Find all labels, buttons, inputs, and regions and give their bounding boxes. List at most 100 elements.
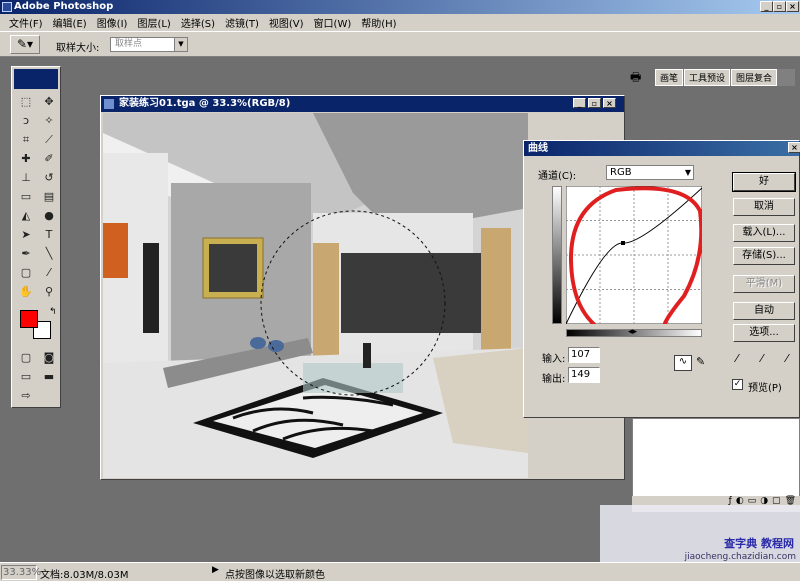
channel-value: RGB [610, 167, 632, 178]
sample-size-label: 取样大小: [56, 43, 100, 54]
curve-tool-icon[interactable]: ∿ [674, 355, 692, 371]
standard-mode-icon[interactable]: ▢ [15, 349, 37, 367]
marquee-tool-icon[interactable]: ⬚ [15, 93, 37, 111]
eyedropper-preset-picker[interactable]: ✎▾ [10, 35, 40, 54]
curves-titlebar[interactable]: 曲线 × [524, 141, 800, 156]
app-titlebar: Adobe Photoshop _ ▫ × [0, 0, 800, 14]
restore-button[interactable]: ▫ [773, 1, 786, 12]
curve-point[interactable] [621, 241, 625, 245]
cancel-button[interactable]: 取消 [733, 198, 795, 216]
curves-title: 曲线 [528, 143, 548, 154]
menu-file[interactable]: 文件(F) [4, 15, 48, 30]
channel-select[interactable]: RGB ▼ [606, 165, 694, 180]
black-eyedropper-icon[interactable]: ⁄ [736, 352, 738, 365]
menu-image[interactable]: 图像(I) [92, 15, 133, 30]
preview-label: 预览(P) [748, 383, 782, 394]
preview-checkbox[interactable]: ✓ [732, 379, 743, 390]
gradient-tool-icon[interactable]: ▤ [38, 188, 60, 206]
output-gradient-bar [552, 186, 562, 324]
sample-size-select[interactable]: 取样点 ▼ [110, 37, 188, 52]
move-tool-icon[interactable]: ✥ [38, 93, 60, 111]
auto-button[interactable]: 自动 [733, 302, 795, 320]
menu-select[interactable]: 选择(S) [176, 15, 220, 30]
curves-close-button[interactable]: × [788, 142, 800, 153]
eraser-tool-icon[interactable]: ▭ [15, 188, 37, 206]
zoom-tool-icon[interactable]: ⚲ [38, 283, 60, 301]
output-label: 输出: [542, 374, 566, 385]
menu-filter[interactable]: 滤镜(T) [220, 15, 264, 30]
channel-label: 通道(C): [538, 171, 577, 182]
crop-tool-icon[interactable]: ⌗ [15, 131, 37, 149]
document-title: 家装练习01.tga @ 33.3%(RGB/8) [119, 98, 291, 109]
hand-tool-icon[interactable]: ✋ [15, 283, 37, 301]
status-hint: 点按图像以选取新颜色 [225, 570, 325, 581]
zoom-field[interactable]: 33.33% [1, 565, 41, 580]
status-arrow-icon[interactable]: ▶ [212, 565, 219, 575]
options-button[interactable]: 选项... [733, 324, 795, 342]
color-swatches: ↰ [15, 307, 57, 343]
swap-colors-icon[interactable]: ↰ [49, 307, 57, 317]
output-field[interactable]: 149 [568, 367, 600, 383]
app-title: Adobe Photoshop [14, 1, 114, 12]
toolbox-header[interactable] [14, 69, 58, 89]
jump-to-imageready-icon[interactable]: ⇨ [15, 387, 37, 405]
type-tool-icon[interactable]: T [38, 226, 60, 244]
dodge-tool-icon[interactable]: ● [38, 207, 60, 225]
image-canvas[interactable] [103, 113, 528, 478]
shape-tool-icon[interactable]: ╲ [38, 245, 60, 263]
notes-tool-icon[interactable]: ▢ [15, 264, 37, 282]
document-icon [104, 99, 114, 109]
photoshop-icon [2, 2, 12, 12]
gradient-toggle-icon[interactable]: ◂▸ [628, 327, 637, 337]
document-titlebar[interactable]: 家装练习01.tga @ 33.3%(RGB/8) _ ▫ × [101, 96, 624, 112]
palette-well: 画笔 工具预设 图层复合 [655, 69, 795, 86]
input-field[interactable]: 107 [568, 347, 600, 363]
menu-edit[interactable]: 编辑(E) [48, 15, 92, 30]
pencil-tool-icon[interactable]: ✎ [696, 355, 705, 368]
menu-layer[interactable]: 图层(L) [132, 15, 175, 30]
menu-window[interactable]: 窗口(W) [309, 15, 357, 30]
doc-close-button[interactable]: × [603, 98, 616, 108]
toolbox: ⬚ ✥ ↄ ✧ ⌗ ⟋ ✚ ✐ ⊥ ↺ ▭ ▤ ◭ ● ➤ T ✒ ╲ ▢ ⁄ … [11, 66, 61, 408]
menu-help[interactable]: 帮助(H) [356, 15, 401, 30]
menu-bar: 文件(F) 编辑(E) 图像(I) 图层(L) 选择(S) 滤镜(T) 视图(V… [0, 14, 800, 31]
doc-maximize-button[interactable]: ▫ [588, 98, 601, 108]
palette-tab-layer-comps[interactable]: 图层复合 [731, 69, 778, 86]
pen-tool-icon[interactable]: ✒ [15, 245, 37, 263]
path-select-icon[interactable]: ➤ [15, 226, 37, 244]
status-bar: 33.33% 文档:8.03M/8.03M ▶ 点按图像以选取新颜色 [0, 562, 800, 581]
ok-button[interactable]: 好 [732, 172, 796, 192]
foreground-color-swatch[interactable] [20, 310, 38, 328]
magic-wand-tool-icon[interactable]: ✧ [38, 112, 60, 130]
healing-brush-icon[interactable]: ✚ [15, 150, 37, 168]
lasso-tool-icon[interactable]: ↄ [15, 112, 37, 130]
gray-eyedropper-icon[interactable]: ⁄ [761, 352, 763, 365]
close-button[interactable]: × [786, 1, 799, 12]
brush-tool-icon[interactable]: ✐ [38, 150, 60, 168]
curves-dialog: 曲线 × 通道(C): RGB ▼ ◂▸ 输入: 107 输出: 149 ∿ ✎… [523, 140, 800, 418]
living-room-render [103, 113, 528, 478]
printer-icon[interactable]: 🖶 [630, 68, 648, 84]
load-button[interactable]: 载入(L)... [733, 224, 795, 242]
watermark: 查字典 教程网 jiaocheng.chazidian.com [600, 505, 800, 565]
white-eyedropper-icon[interactable]: ⁄ [786, 352, 788, 365]
screen-mode-standard-icon[interactable]: ▭ [15, 368, 37, 386]
minimize-button[interactable]: _ [760, 1, 773, 12]
doc-minimize-button[interactable]: _ [573, 98, 586, 108]
watermark-url: jiaocheng.chazidian.com [684, 552, 796, 562]
history-brush-icon[interactable]: ↺ [38, 169, 60, 187]
quick-mask-icon[interactable]: ◙ [38, 349, 60, 367]
screen-mode-full-icon[interactable]: ▬ [38, 368, 60, 386]
save-button[interactable]: 存储(S)... [733, 247, 795, 265]
input-label: 输入: [542, 354, 566, 365]
eyedropper-tool-icon[interactable]: ⁄ [38, 264, 60, 282]
curves-graph[interactable] [566, 186, 702, 324]
options-bar: ✎▾ 取样大小: 取样点 ▼ 🖶 画笔 工具预设 图层复合 [0, 31, 800, 86]
palette-tab-tool-presets[interactable]: 工具预设 [684, 69, 731, 86]
menu-view[interactable]: 视图(V) [264, 15, 309, 30]
smooth-button[interactable]: 平滑(M) [733, 275, 795, 293]
blur-tool-icon[interactable]: ◭ [15, 207, 37, 225]
palette-tab-brushes[interactable]: 画笔 [655, 69, 684, 86]
slice-tool-icon[interactable]: ⟋ [38, 131, 60, 149]
clone-stamp-icon[interactable]: ⊥ [15, 169, 37, 187]
